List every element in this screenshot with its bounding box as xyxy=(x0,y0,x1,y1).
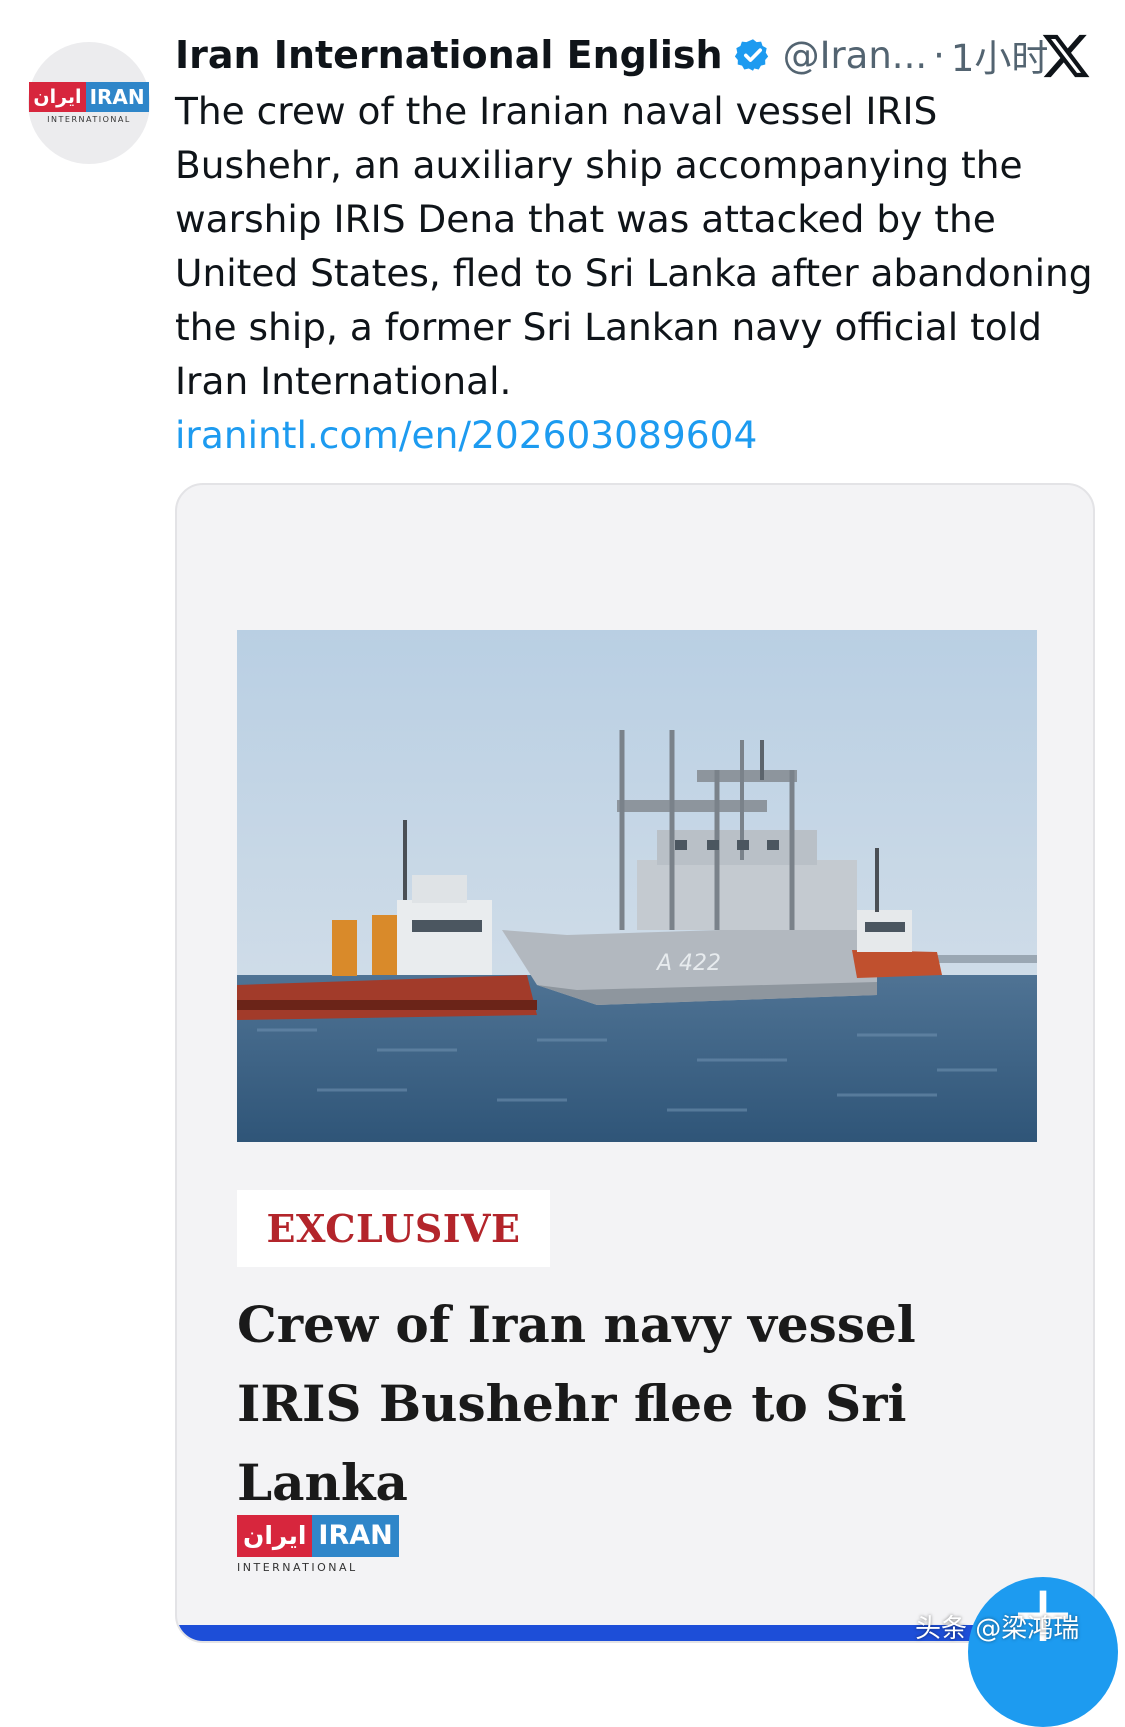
logo-english-text: IRAN xyxy=(85,82,149,112)
logo-english-text: IRAN xyxy=(312,1515,399,1557)
far-shore xyxy=(937,955,1037,963)
compose-button[interactable]: + xyxy=(968,1567,1118,1727)
author-avatar[interactable]: ایران IRAN INTERNATIONAL xyxy=(28,42,150,164)
exclusive-badge: EXCLUSIVE xyxy=(237,1190,550,1267)
iran-international-logo: ایران IRAN INTERNATIONAL xyxy=(29,82,149,124)
tweet-text: The crew of the Iranian naval vessel IRI… xyxy=(175,89,1093,403)
card-headline[interactable]: Crew of Iran navy vessel IRIS Bushehr fl… xyxy=(237,1285,1037,1522)
logo-farsi-text: ایران xyxy=(29,82,86,112)
author-handle[interactable]: @Iran... xyxy=(783,34,928,77)
ship-photo: A 422 xyxy=(237,630,1037,1142)
verified-badge-icon xyxy=(734,39,768,71)
timestamp[interactable]: 1小时 xyxy=(951,28,1049,82)
card-progress-fill xyxy=(177,1625,1029,1641)
x-logo-icon xyxy=(1042,34,1090,78)
separator-dot: · xyxy=(933,33,945,77)
logo-subtitle: INTERNATIONAL xyxy=(237,1561,358,1574)
card-source-logo: ایران IRAN INTERNATIONAL xyxy=(237,1515,399,1574)
tweet-header: Iran International English @Iran... · 1小… xyxy=(175,30,1048,80)
logo-farsi-text: ایران xyxy=(237,1515,313,1557)
tweet-link[interactable]: iranintl.com/en/202603089604 xyxy=(175,408,757,462)
link-preview-card[interactable]: A 422 EXCLUSIVE Crew of Iran navy vessel… xyxy=(175,483,1095,1643)
logo-subtitle: INTERNATIONAL xyxy=(47,115,131,124)
author-name[interactable]: Iran International English xyxy=(175,33,723,77)
hull-number: A 422 xyxy=(655,951,721,976)
watermark: 头条 @梁鸿瑞 xyxy=(915,1614,1080,1644)
